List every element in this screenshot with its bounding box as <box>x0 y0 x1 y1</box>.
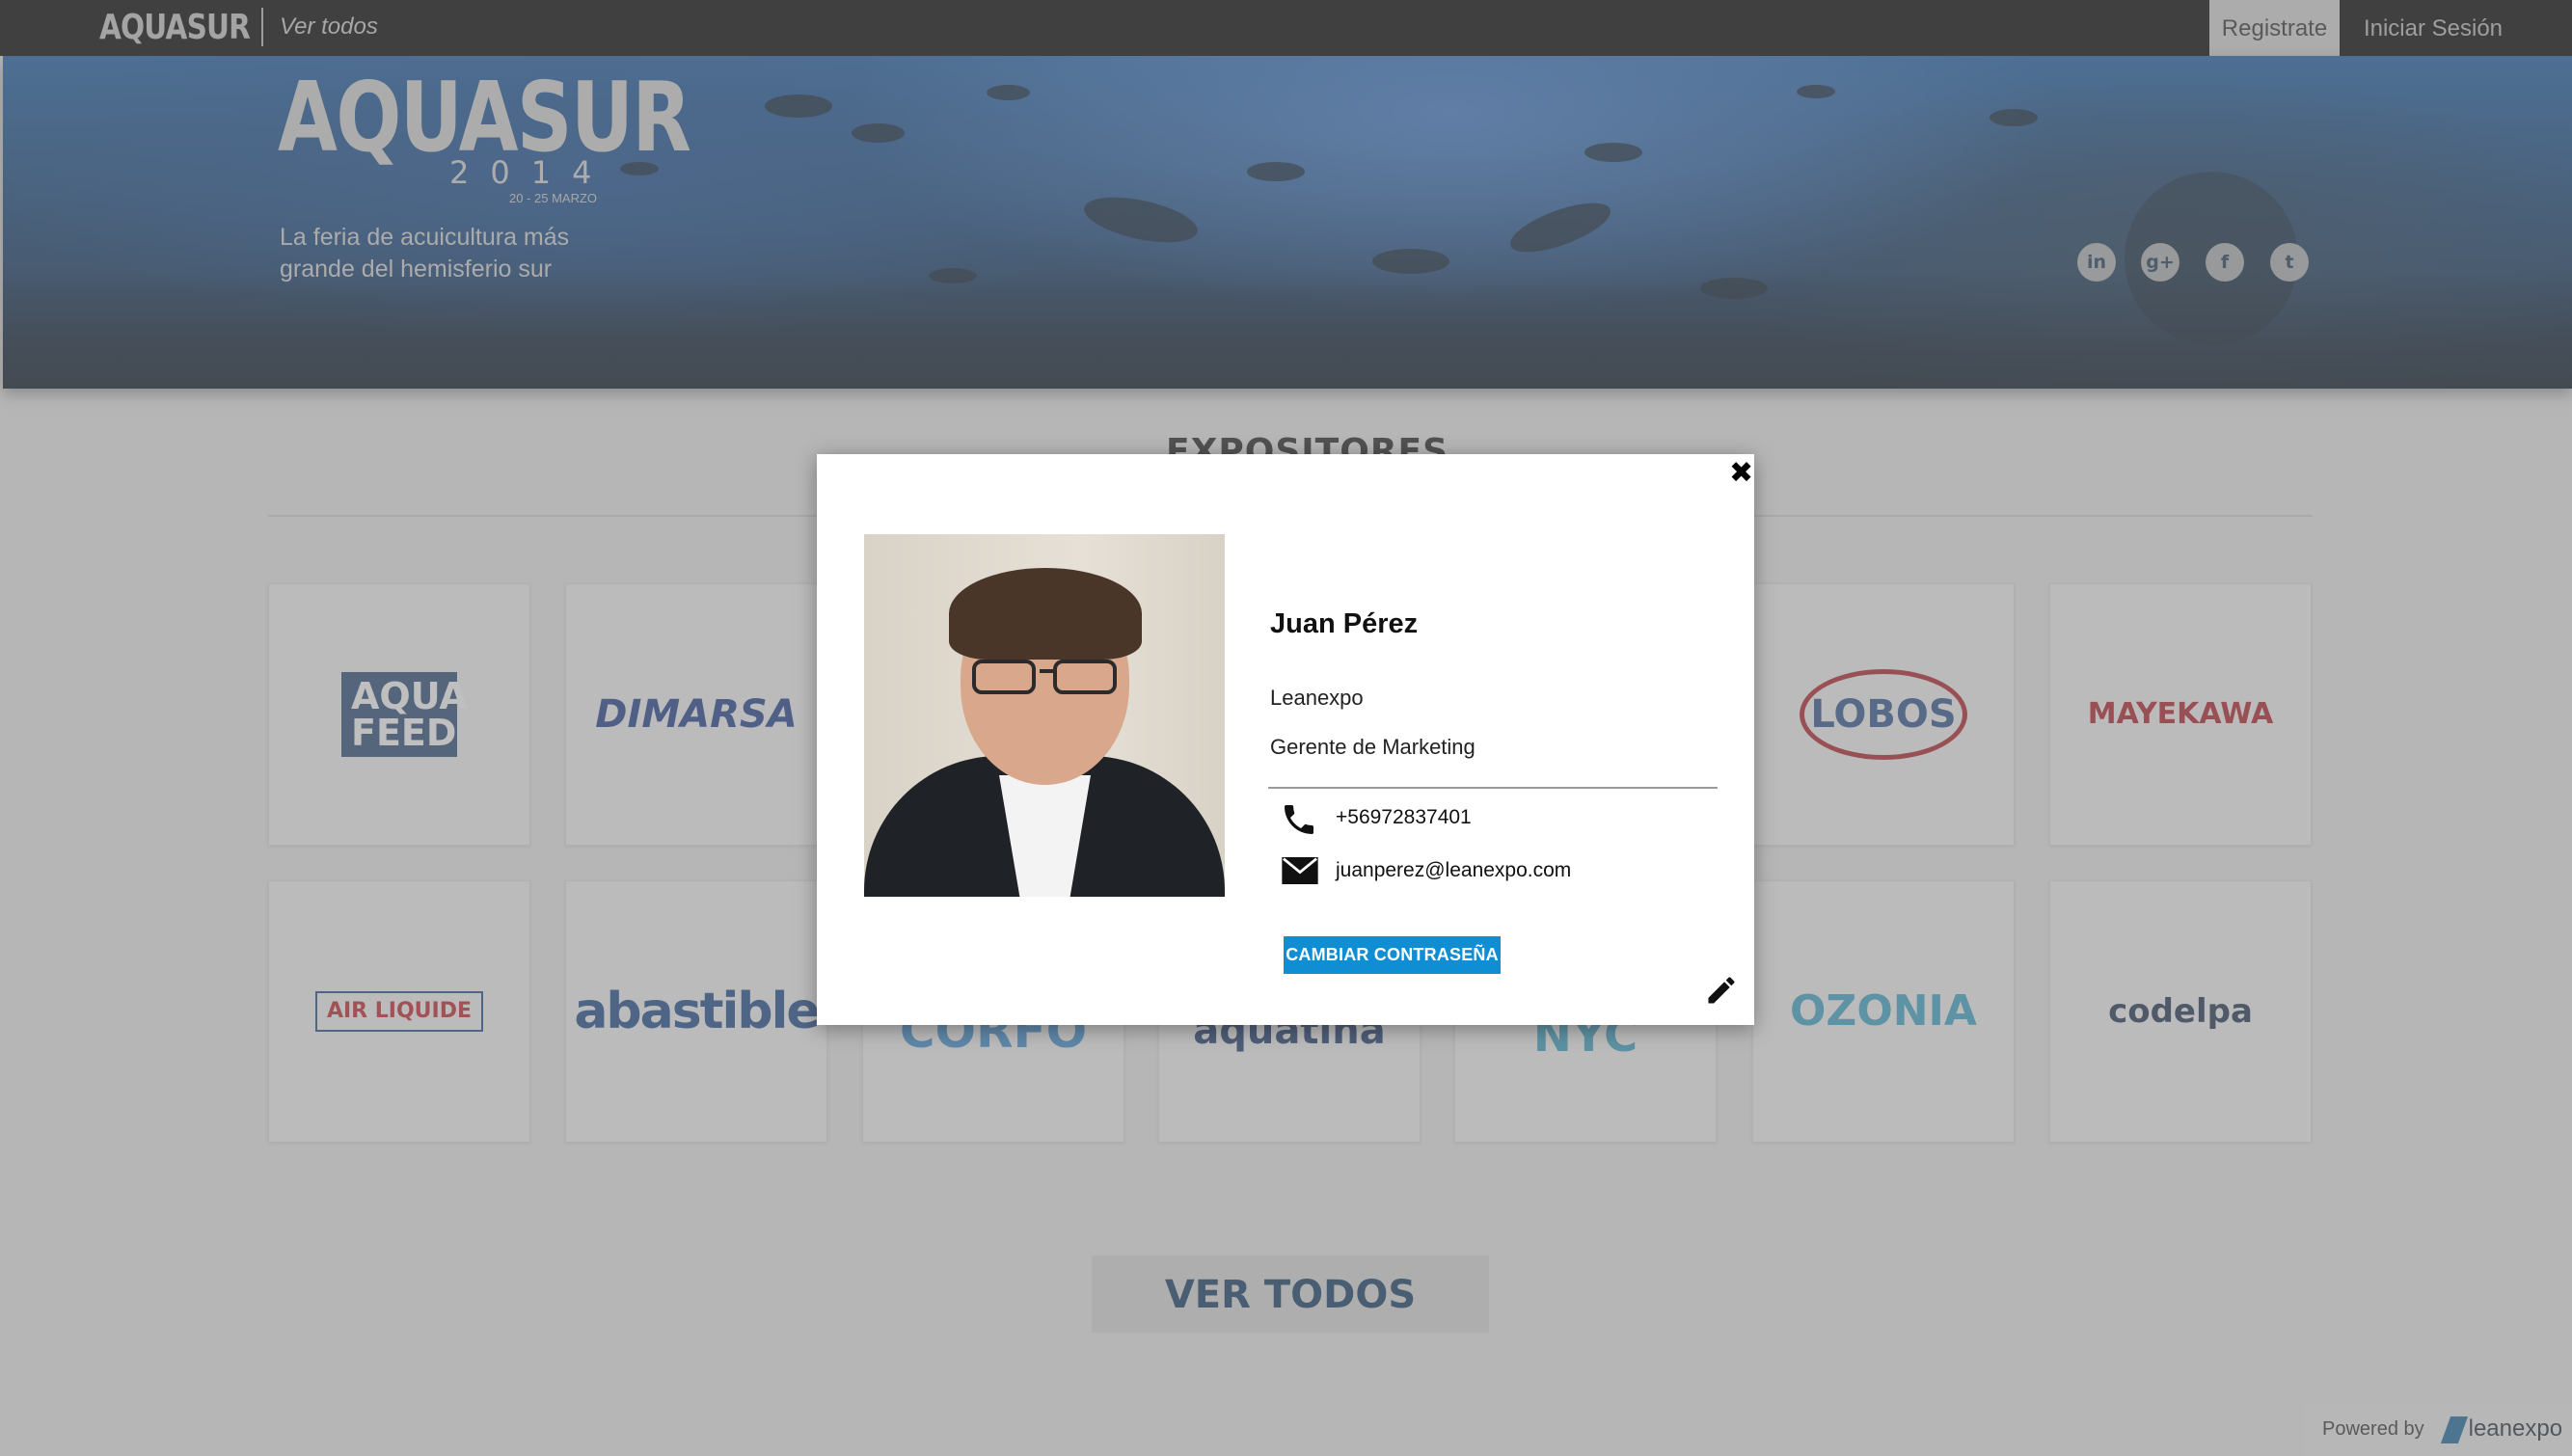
close-icon[interactable]: ✖ <box>1729 456 1753 490</box>
change-password-button[interactable]: CAMBIAR CONTRASEÑA <box>1284 936 1501 974</box>
profile-phone: +56972837401 <box>1336 806 1472 828</box>
profile-company: Leanexpo <box>1270 686 1364 710</box>
profile-photo <box>864 534 1225 897</box>
profile-role: Gerente de Marketing <box>1270 735 1476 759</box>
mail-icon <box>1282 857 1318 884</box>
profile-modal: ✖ Juan Pérez Leanexpo Gerente de Marketi… <box>817 454 1754 1025</box>
pencil-edit-icon[interactable] <box>1704 973 1739 1008</box>
profile-email[interactable]: juanperez@leanexpo.com <box>1336 859 1571 882</box>
profile-divider <box>1268 787 1718 789</box>
phone-icon <box>1285 805 1313 834</box>
profile-name: Juan Pérez <box>1270 608 1419 639</box>
